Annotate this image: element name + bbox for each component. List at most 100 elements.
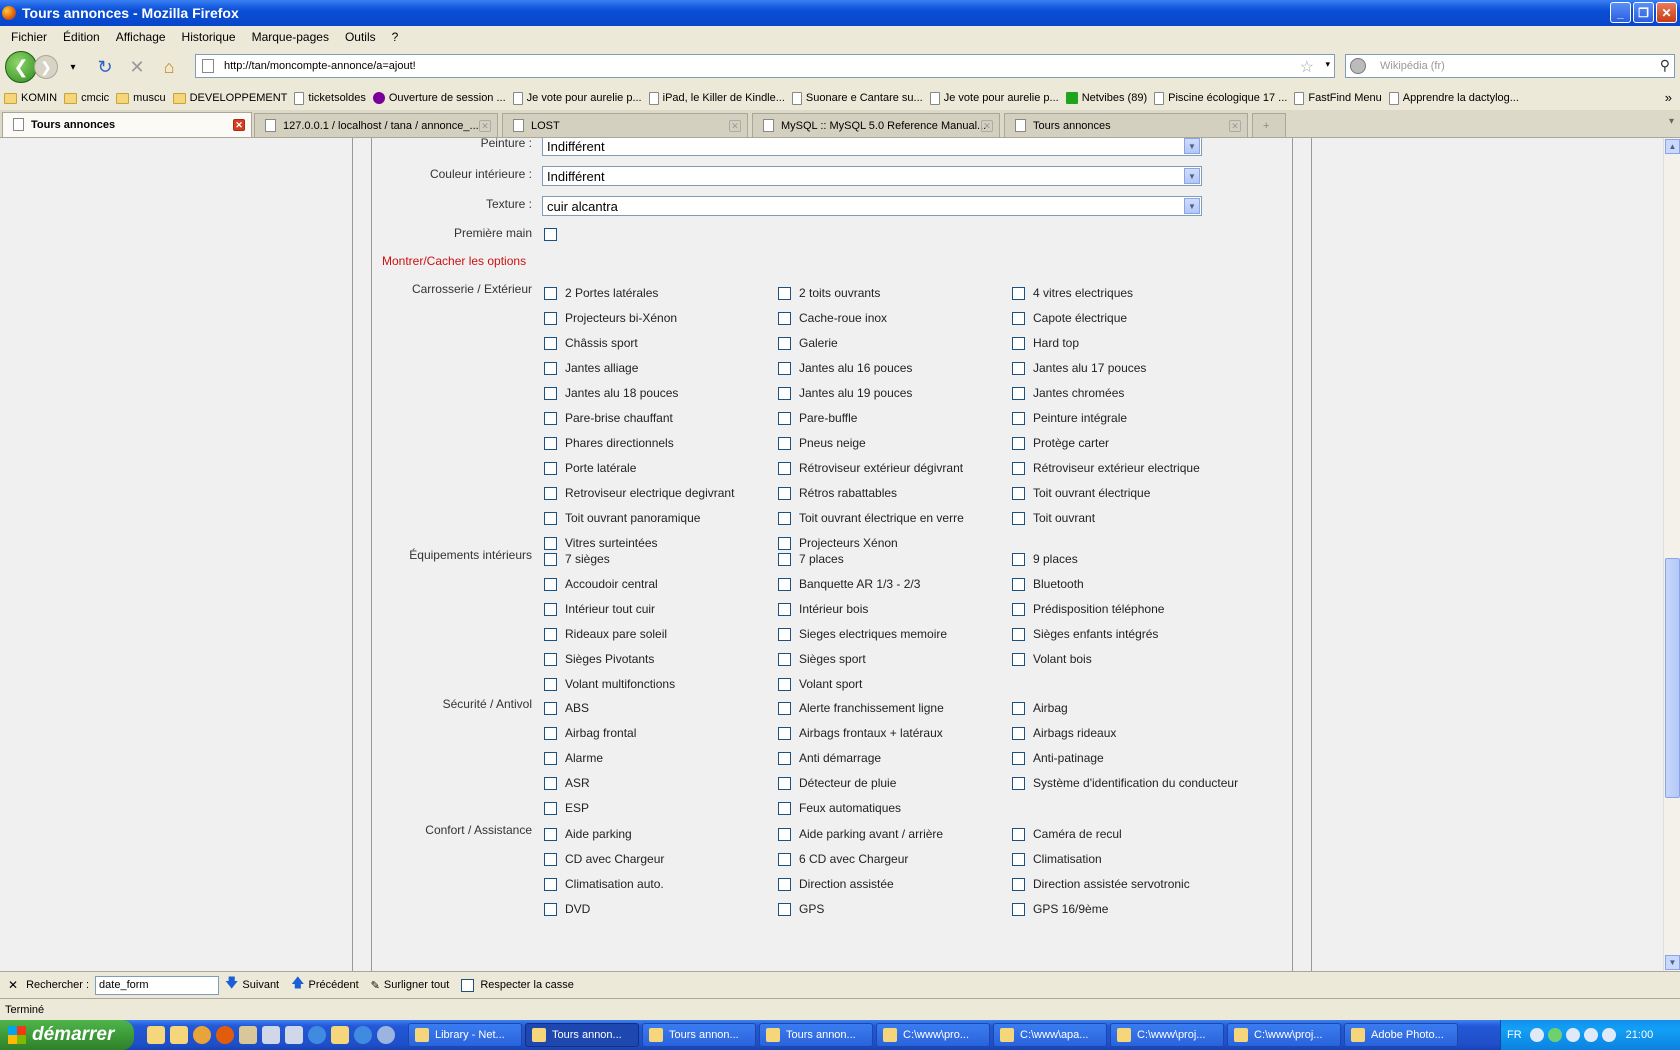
option-item[interactable]: Pare-buffle <box>778 411 857 425</box>
wikipedia-icon[interactable] <box>1350 58 1366 74</box>
option-checkbox[interactable] <box>1012 436 1025 450</box>
option-checkbox[interactable] <box>1012 511 1025 525</box>
url-bar[interactable]: http://tan/moncompte-annonce/a=ajout! ☆ … <box>195 54 1335 78</box>
option-item[interactable]: Anti-patinage <box>1012 751 1104 765</box>
option-checkbox[interactable] <box>778 701 791 715</box>
tray-icon[interactable] <box>1529 1028 1544 1042</box>
bookmark-item[interactable]: Suonare e Cantare su... <box>791 91 923 105</box>
option-item[interactable]: 2 toits ouvrants <box>778 286 880 300</box>
tray-icon[interactable] <box>1601 1028 1616 1042</box>
chevron-down-icon[interactable]: ▼ <box>1184 168 1200 184</box>
option-item[interactable]: 6 CD avec Chargeur <box>778 852 908 866</box>
menu-fichier[interactable]: Fichier <box>3 30 55 44</box>
bookmark-item[interactable]: FastFind Menu <box>1294 91 1382 105</box>
option-checkbox[interactable] <box>1012 311 1025 325</box>
folder-icon[interactable] <box>331 1026 349 1044</box>
minimize-button[interactable]: _ <box>1610 2 1631 23</box>
option-item[interactable]: Volant sport <box>778 677 862 691</box>
option-item[interactable]: Toit ouvrant <box>1012 511 1095 525</box>
option-checkbox[interactable] <box>1012 902 1025 916</box>
close-window-button[interactable]: ✕ <box>1656 2 1677 23</box>
option-checkbox[interactable] <box>1012 652 1025 666</box>
taskbar-button[interactable]: Tours annon... <box>759 1023 873 1047</box>
option-checkbox[interactable] <box>778 801 791 815</box>
option-checkbox[interactable] <box>778 827 791 841</box>
ie-icon[interactable] <box>354 1026 372 1044</box>
option-item[interactable]: 4 vitres electriques <box>1012 286 1133 300</box>
option-item[interactable]: Sièges enfants intégrés <box>1012 627 1158 641</box>
option-item[interactable]: Rétroviseur extérieur electrique <box>1012 461 1200 475</box>
option-checkbox[interactable] <box>544 801 557 815</box>
close-tab-icon[interactable]: ✕ <box>479 120 491 132</box>
option-checkbox[interactable] <box>544 286 557 300</box>
option-item[interactable]: Airbag <box>1012 701 1068 715</box>
option-item[interactable]: 2 Portes latérales <box>544 286 658 300</box>
option-checkbox[interactable] <box>778 902 791 916</box>
tab-tours-annonces[interactable]: Tours annonces ✕ <box>2 112 252 137</box>
option-checkbox[interactable] <box>544 602 557 616</box>
bookmark-item[interactable]: Apprendre la dactylog... <box>1388 91 1519 105</box>
option-item[interactable]: Capote électrique <box>1012 311 1127 325</box>
option-item[interactable]: Anti démarrage <box>778 751 881 765</box>
option-item[interactable]: Climatisation auto. <box>544 877 664 891</box>
option-checkbox[interactable] <box>1012 286 1025 300</box>
option-checkbox[interactable] <box>544 552 557 566</box>
option-checkbox[interactable] <box>544 852 557 866</box>
option-checkbox[interactable] <box>544 877 557 891</box>
option-checkbox[interactable] <box>1012 461 1025 475</box>
option-item[interactable]: Accoudoir central <box>544 577 658 591</box>
bookmark-item[interactable]: cmcic <box>64 92 109 104</box>
stop-icon[interactable]: ✕ <box>124 54 150 80</box>
option-checkbox[interactable] <box>1012 877 1025 891</box>
bookmark-star-icon[interactable]: ☆ <box>1300 57 1314 77</box>
bookmark-item[interactable]: muscu <box>116 92 166 104</box>
option-checkbox[interactable] <box>778 602 791 616</box>
option-checkbox[interactable] <box>778 436 791 450</box>
option-item[interactable]: Pare-brise chauffant <box>544 411 673 425</box>
taskbar-button[interactable]: C:\www\proj... <box>1110 1023 1224 1047</box>
tray-icon[interactable] <box>1565 1028 1580 1042</box>
option-checkbox[interactable] <box>778 677 791 691</box>
option-checkbox[interactable] <box>1012 386 1025 400</box>
match-case-checkbox[interactable] <box>461 978 475 992</box>
option-item[interactable]: Toit ouvrant électrique <box>1012 486 1150 500</box>
menu-historique[interactable]: Historique <box>174 30 244 44</box>
taskbar-button[interactable]: C:\www\pro... <box>876 1023 990 1047</box>
tab-mysql-manual[interactable]: MySQL :: MySQL 5.0 Reference Manual... ✕ <box>752 113 1000 137</box>
option-item[interactable]: Porte latérale <box>544 461 636 475</box>
chrome-icon[interactable] <box>193 1026 211 1044</box>
maximize-button[interactable]: ❐ <box>1633 2 1654 23</box>
bookmark-item[interactable]: Ouverture de session ... <box>372 92 506 104</box>
option-item[interactable]: Jantes alliage <box>544 361 638 375</box>
tab-list-icon[interactable]: ▾ <box>1669 116 1674 127</box>
option-checkbox[interactable] <box>544 511 557 525</box>
option-item[interactable]: Pneus neige <box>778 436 866 450</box>
option-checkbox[interactable] <box>778 751 791 765</box>
find-next-button[interactable]: 🡇 Suivant <box>225 974 279 996</box>
option-checkbox[interactable] <box>544 902 557 916</box>
option-checkbox[interactable] <box>544 677 557 691</box>
option-item[interactable]: Sièges Pivotants <box>544 652 654 666</box>
option-checkbox[interactable] <box>778 411 791 425</box>
option-item[interactable]: 7 sièges <box>544 552 610 566</box>
premiere-main-checkbox[interactable] <box>544 228 557 241</box>
option-checkbox[interactable] <box>544 311 557 325</box>
option-checkbox[interactable] <box>1012 776 1025 790</box>
option-item[interactable]: Bluetooth <box>1012 577 1084 591</box>
option-checkbox[interactable] <box>544 461 557 475</box>
option-item[interactable]: Projecteurs bi-Xénon <box>544 311 677 325</box>
find-previous-button[interactable]: 🡅 Précédent <box>291 974 359 996</box>
option-item[interactable]: Rétroviseur extérieur dégivrant <box>778 461 963 475</box>
option-checkbox[interactable] <box>778 336 791 350</box>
option-checkbox[interactable] <box>778 776 791 790</box>
chevron-down-icon[interactable]: ▼ <box>1184 138 1200 154</box>
taskbar-button[interactable]: C:\www\apa... <box>993 1023 1107 1047</box>
option-item[interactable]: Toit ouvrant panoramique <box>544 511 700 525</box>
option-checkbox[interactable] <box>1012 577 1025 591</box>
url-dropdown-icon[interactable]: ▾ <box>1325 59 1330 70</box>
option-item[interactable]: Galerie <box>778 336 838 350</box>
option-item[interactable]: Banquette AR 1/3 - 2/3 <box>778 577 920 591</box>
taskbar-button[interactable]: Adobe Photo... <box>1344 1023 1458 1047</box>
menu-marque-pages[interactable]: Marque-pages <box>244 30 337 44</box>
tab-lost[interactable]: LOST ✕ <box>502 113 748 137</box>
